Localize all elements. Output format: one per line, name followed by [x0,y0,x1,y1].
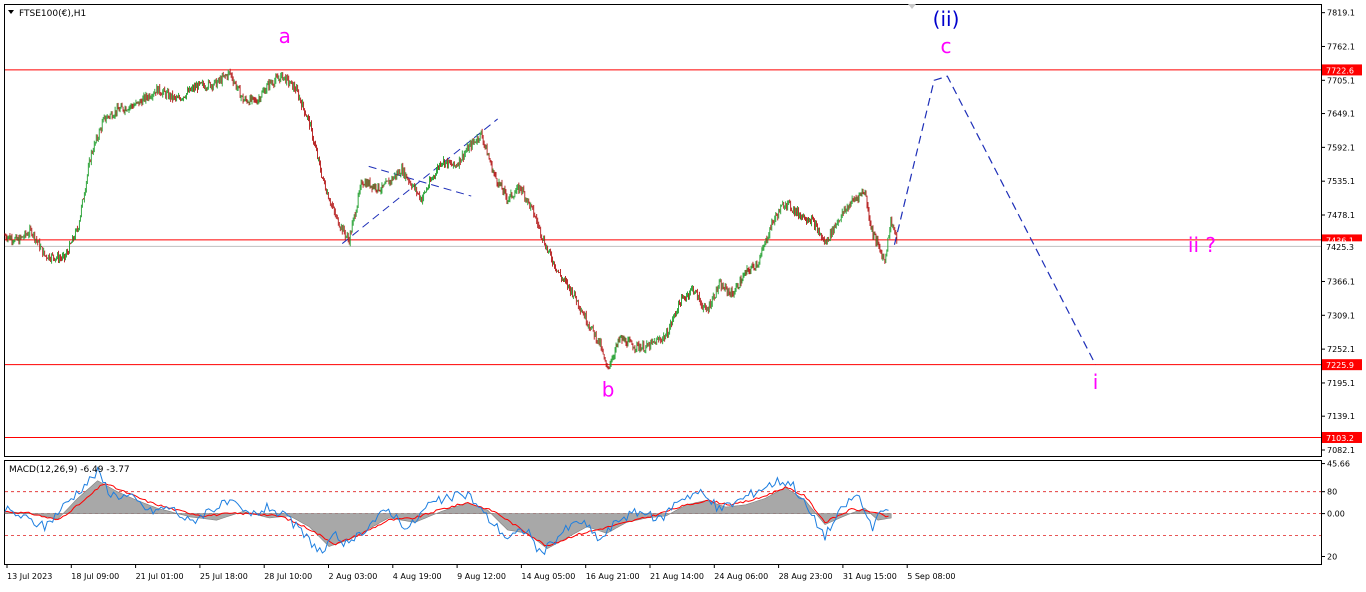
macd-indicator-label: MACD(12,26,9) -6.49 -3.77 [9,465,130,475]
wave-label: ii ? [1188,233,1216,257]
x-tick-label: 2 Aug 03:00 [329,572,378,581]
x-tick-label: 24 Aug 06:00 [714,572,768,581]
chart-menu-triangle-icon[interactable] [8,10,14,14]
x-tick-label: 31 Aug 15:00 [843,572,897,581]
current-price-tag: 7425.3 [1322,241,1362,252]
wave-label: b [602,378,615,402]
y-tick-label: 7139.1 [1327,412,1355,421]
horizontal-levels [5,69,1321,438]
y-tick-label: 7252.1 [1327,345,1355,354]
x-tick-label: 25 Jul 18:00 [200,572,248,581]
macd-axis: 45.66 80 0.00 20 [1321,460,1350,561]
level-tag-label: 7722.6 [1326,66,1354,75]
x-tick-label: 14 Aug 05:00 [521,572,575,581]
y-tick-label: 7819.1 [1327,9,1355,18]
x-tick-label: 21 Jul 01:00 [136,572,184,581]
level-tag-label: 7103.2 [1326,434,1354,443]
x-tick-label: 5 Sep 08:00 [907,572,955,581]
x-tick-label: 18 Jul 09:00 [71,572,119,581]
y-tick-label: 7309.1 [1327,311,1355,320]
x-tick-label: 4 Aug 19:00 [393,572,442,581]
y-tick-label: 7195.1 [1327,379,1355,388]
x-tick-label: 16 Aug 21:00 [586,572,640,581]
macd-y-tick-label: 45.66 [1327,460,1350,469]
x-tick-label: 28 Jul 10:00 [264,572,312,581]
y-tick-label: 7535.1 [1327,177,1355,186]
y-tick-label: 7705.1 [1327,76,1355,85]
y-tick-label: 7592.1 [1327,143,1355,152]
macd-y-tick-label: 80 [1327,488,1337,497]
wave-label: c [941,34,952,58]
y-tick-label: 7762.1 [1327,42,1355,51]
macd-y-tick-label: 20 [1327,552,1337,561]
time-axis: 13 Jul 2023 18 Jul 09:00 21 Jul 01:00 25 Ju… [6,564,956,581]
price-candles [4,68,898,370]
chart-svg: ab(ii)cii ?i FTSE100(€),H1 7819.17762.17… [4,4,1362,581]
wave-label: (ii) [933,7,960,31]
wave-label: a [279,24,291,48]
macd-y-tick-label: 0.00 [1327,510,1345,519]
main-chart-frame [4,4,1322,457]
chart-shift-icon[interactable] [908,4,916,9]
y-tick-label: 7366.1 [1327,277,1355,286]
channel-lines [341,118,498,244]
y-tick-label: 7082.1 [1327,446,1355,455]
x-tick-label: 21 Aug 14:00 [650,572,704,581]
y-tick-label: 7649.1 [1327,110,1355,119]
x-tick-label: 9 Aug 12:00 [457,572,506,581]
wave-labels: a b (ii) c ii ? i [279,7,1216,402]
price-axis: 7819.1 7762.1 7705.1 7649.1 7592.1 7535.1 7478… [1321,9,1355,455]
x-tick-label: 28 Aug 23:00 [779,572,833,581]
chart-window: a b (ii) c ii ? i FTSE100(€),H1 7819.1 7762.1 7… [0,0,1366,588]
current-tag-label: 7425.3 [1326,243,1354,252]
x-tick-label: 13 Jul 2023 [7,572,52,581]
wave-projection-line [893,75,1097,365]
level-tag-label: 7225.9 [1326,361,1354,370]
y-tick-label: 7478.1 [1327,211,1355,220]
wave-label: i [1093,370,1099,394]
symbol-label: FTSE100(€),H1 [19,9,86,19]
